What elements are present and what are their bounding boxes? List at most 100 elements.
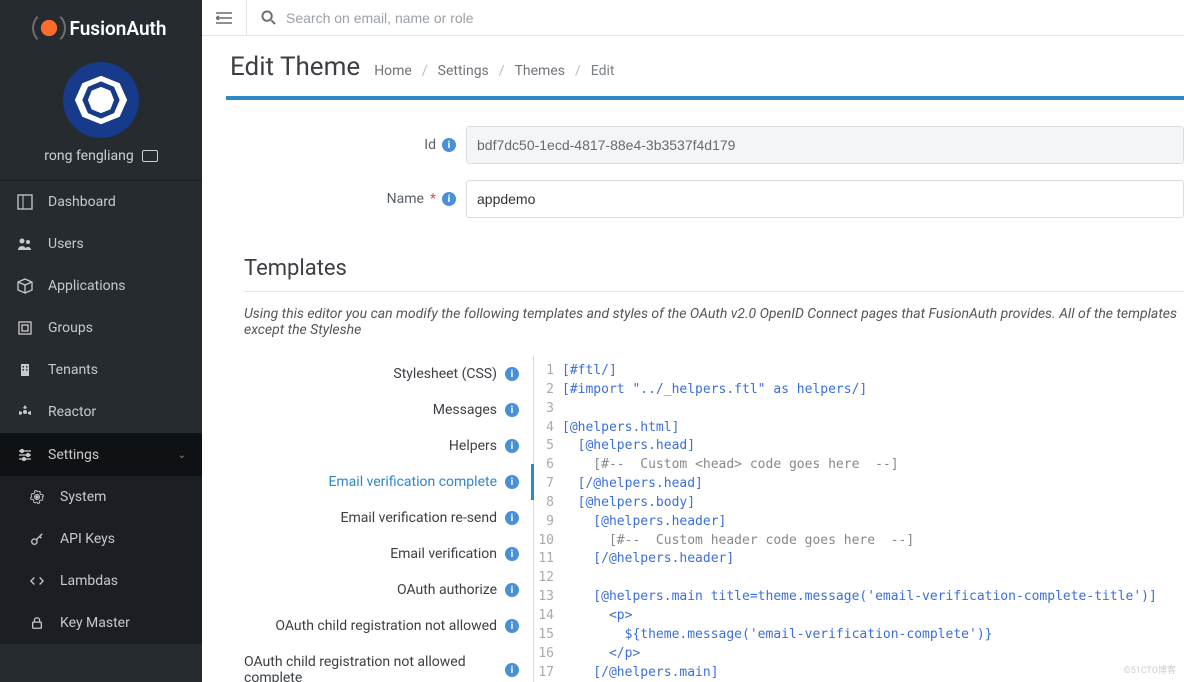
avatar[interactable] — [63, 62, 139, 138]
code-line: 1[#ftl/] — [534, 362, 1184, 381]
sidebar-item-system[interactable]: System — [0, 476, 202, 518]
info-icon[interactable]: i — [505, 511, 519, 525]
code-editor[interactable]: 1[#ftl/]2[#import "../_helpers.ftl" as h… — [534, 356, 1184, 682]
sidebar: FusionAuth rong fengliang Dashboard User… — [0, 0, 202, 682]
info-icon[interactable]: i — [505, 367, 519, 381]
template-item-label: OAuth child registration not allowed com… — [244, 654, 497, 682]
menu-toggle-icon[interactable] — [216, 11, 232, 25]
id-card-icon[interactable] — [142, 150, 158, 162]
code-line: 3 — [534, 400, 1184, 419]
code-line: 10 [#-- Custom header code goes here --] — [534, 532, 1184, 551]
template-item[interactable]: Email verification complete i — [244, 464, 533, 500]
template-item[interactable]: Email verification i — [244, 536, 533, 572]
crumb-edit: Edit — [591, 63, 615, 79]
username: rong fengliang — [44, 148, 133, 164]
profile-block: rong fengliang — [0, 52, 202, 181]
info-icon[interactable]: i — [505, 619, 519, 633]
sidebar-item-key-master[interactable]: Key Master — [0, 602, 202, 644]
watermark: ©51CTO博客 — [1124, 663, 1176, 676]
sidebar-item-label: Users — [48, 236, 84, 252]
code-icon — [28, 572, 46, 590]
code-line: 2[#import "../_helpers.ftl" as helpers/] — [534, 381, 1184, 400]
template-item[interactable]: Messages i — [244, 392, 533, 428]
sidebar-item-label: Tenants — [48, 362, 98, 378]
info-icon[interactable]: i — [505, 475, 519, 489]
code-line: 17 [/@helpers.main] — [534, 664, 1184, 682]
lock-icon — [28, 614, 46, 632]
brand-logo: FusionAuth — [35, 14, 166, 42]
code-line: 4[@helpers.html] — [534, 419, 1184, 438]
tenants-icon — [16, 361, 34, 379]
code-line: 13 [@helpers.main title=theme.message('e… — [534, 588, 1184, 607]
code-line: 14 <p> — [534, 607, 1184, 626]
id-label: Idi — [226, 137, 466, 153]
info-icon[interactable]: i — [442, 192, 456, 206]
groups-icon — [16, 319, 34, 337]
topbar — [202, 0, 1184, 36]
info-icon[interactable]: i — [505, 583, 519, 597]
code-line: 11 [/@helpers.header] — [534, 550, 1184, 569]
code-line: 8 [@helpers.body] — [534, 494, 1184, 513]
code-line: 9 [@helpers.header] — [534, 513, 1184, 532]
crumb-themes[interactable]: Themes — [515, 63, 565, 79]
sidebar-item-applications[interactable]: Applications — [0, 265, 202, 307]
crumb-home[interactable]: Home — [374, 63, 412, 79]
sidebar-item-label: Key Master — [60, 615, 130, 631]
sidebar-item-groups[interactable]: Groups — [0, 307, 202, 349]
key-icon — [28, 530, 46, 548]
template-item-label: Email verification complete — [328, 474, 497, 490]
code-line: 6 [#-- Custom <head> code goes here --] — [534, 456, 1184, 475]
info-icon[interactable]: i — [505, 663, 519, 677]
sidebar-item-api-keys[interactable]: API Keys — [0, 518, 202, 560]
template-item-label: OAuth child registration not allowed — [275, 618, 497, 634]
sidebar-item-reactor[interactable]: Reactor — [0, 391, 202, 433]
template-list: Stylesheet (CSS)iMessagesiHelpersiEmail … — [244, 356, 534, 682]
sidebar-item-label: Reactor — [48, 404, 96, 420]
main: Edit Theme Home/ Settings/ Themes/ Edit … — [202, 0, 1184, 682]
templates-description: Using this editor you can modify the fol… — [226, 306, 1184, 356]
template-item-label: Helpers — [449, 438, 497, 454]
template-item[interactable]: OAuth child registration not allowed i — [244, 608, 533, 644]
sidebar-item-label: Lambdas — [60, 573, 118, 589]
info-icon[interactable]: i — [442, 138, 456, 152]
crumb-settings[interactable]: Settings — [438, 63, 489, 79]
info-icon[interactable]: i — [505, 547, 519, 561]
code-line: 12 — [534, 569, 1184, 588]
template-item-label: Email verification — [390, 546, 497, 562]
sliders-icon — [16, 446, 34, 464]
logo-icon — [35, 14, 63, 42]
brand-name: FusionAuth — [69, 17, 166, 40]
info-icon[interactable]: i — [505, 403, 519, 417]
gear-icon — [28, 488, 46, 506]
form-card: Idi Name*i Templates Using this editor y… — [226, 96, 1184, 682]
sidebar-item-lambdas[interactable]: Lambdas — [0, 560, 202, 602]
users-icon — [16, 235, 34, 253]
sidebar-item-users[interactable]: Users — [0, 223, 202, 265]
sidebar-item-tenants[interactable]: Tenants — [0, 349, 202, 391]
page-title: Edit Theme — [230, 52, 360, 82]
code-line: 7 [/@helpers.head] — [534, 475, 1184, 494]
logo-area[interactable]: FusionAuth — [0, 0, 202, 52]
applications-icon — [16, 277, 34, 295]
template-item[interactable]: OAuth authorizei — [244, 572, 533, 608]
name-field[interactable] — [466, 180, 1184, 218]
template-item[interactable]: Email verification re-send i — [244, 500, 533, 536]
sidebar-item-dashboard[interactable]: Dashboard — [0, 181, 202, 223]
templates-heading: Templates — [244, 234, 1184, 292]
sidebar-item-settings[interactable]: Settings⌄ — [0, 434, 202, 476]
code-line: 5 [@helpers.head] — [534, 437, 1184, 456]
sidebar-item-label: System — [60, 489, 106, 505]
name-label: Name*i — [226, 191, 466, 207]
template-item-label: Messages — [433, 402, 497, 418]
id-field — [466, 126, 1184, 164]
dashboard-icon — [16, 193, 34, 211]
sidebar-item-label: API Keys — [60, 531, 115, 547]
template-item[interactable]: Stylesheet (CSS)i — [244, 356, 533, 392]
template-item-label: Email verification re-send — [341, 510, 497, 526]
search-input[interactable] — [286, 10, 1170, 26]
template-item[interactable]: Helpers i — [244, 428, 533, 464]
code-line: 16 </p> — [534, 645, 1184, 664]
sidebar-item-label: Dashboard — [48, 194, 116, 210]
info-icon[interactable]: i — [505, 439, 519, 453]
template-item[interactable]: OAuth child registration not allowed com… — [244, 644, 533, 682]
